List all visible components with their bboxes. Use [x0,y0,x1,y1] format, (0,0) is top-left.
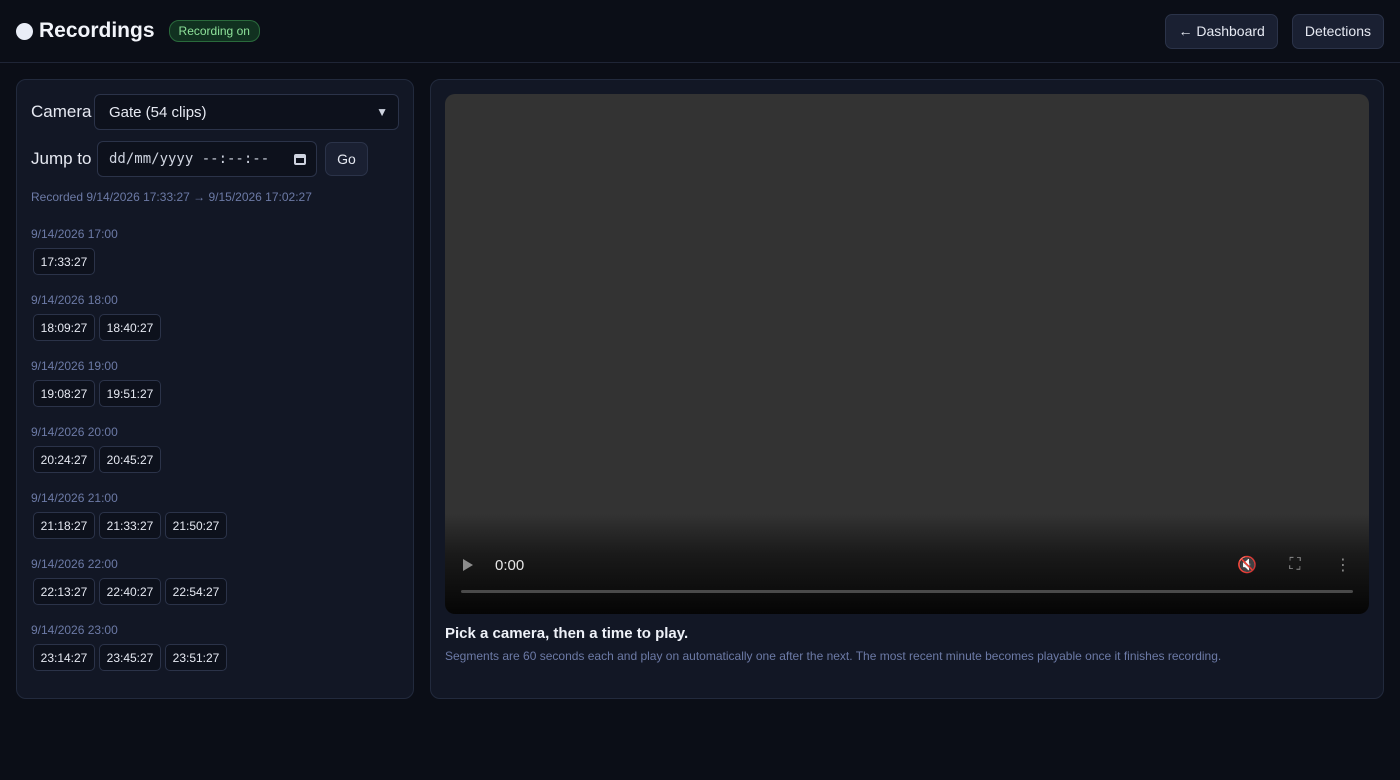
camera-select[interactable]: Gate (54 clips) ▼ [94,94,399,130]
clip-time-button[interactable]: 20:24:27 [33,446,95,473]
clip-time-button[interactable]: 23:51:27 [165,644,227,671]
video-controls: 0:00 🔇 ⛶ ⋮ [461,550,1353,580]
video-progress-bar[interactable] [461,590,1353,593]
more-icon[interactable]: ⋮ [1333,555,1353,575]
datetime-placeholder: dd/mm/yyyy --:--:-- [109,151,270,167]
hour-header: 9/14/2026 23:00 [31,623,118,637]
dashboard-button[interactable]: ← Dashboard [1165,13,1278,49]
datetime-input[interactable]: dd/mm/yyyy --:--:-- [97,141,317,177]
recordings-sidebar: Camera Gate (54 clips) ▼ Jump to dd/mm/y… [16,79,414,699]
camera-row: Camera [31,102,91,122]
clip-list[interactable]: 9/14/2026 17:00 17:33:27 9/14/2026 18:00 18… [31,226,401,684]
player-hint-title: Pick a camera, then a time to play. [445,625,689,642]
clip-time-button[interactable]: 18:09:27 [33,314,95,341]
fullscreen-icon[interactable]: ⛶ [1285,556,1305,574]
clip-time-button[interactable]: 18:40:27 [99,314,161,341]
clip-row: 17:33:27 [33,248,401,275]
clip-time-button[interactable]: 19:08:27 [33,380,95,407]
calendar-icon[interactable] [294,153,306,165]
clip-time-button[interactable]: 21:50:27 [165,512,227,539]
clip-time-button[interactable]: 22:40:27 [99,578,161,605]
clip-time-button[interactable]: 23:45:27 [99,644,161,671]
go-button[interactable]: Go [325,142,368,176]
clip-time-button[interactable]: 17:33:27 [33,248,95,275]
camera-select-value: Gate (54 clips) [109,103,207,121]
clip-row: 21:18:27 21:33:27 21:50:27 [33,512,401,539]
video-right-controls: 🔇 ⛶ ⋮ [1237,555,1353,575]
clip-time-button[interactable]: 23:14:27 [33,644,95,671]
hour-header: 9/14/2026 19:00 [31,359,118,373]
hour-header: 9/14/2026 22:00 [31,557,118,571]
clip-time-button[interactable]: 21:33:27 [99,512,161,539]
status-dot-icon [16,22,33,40]
play-icon[interactable] [463,559,473,571]
nav: ← Dashboard Detections [1165,13,1384,49]
camera-label: Camera [31,102,92,121]
video-time: 0:00 [495,556,525,574]
top-bar: Recordings Recording on ← Dashboard Dete… [0,0,1400,63]
hour-header: 9/14/2026 20:00 [31,425,118,439]
hour-header: 9/14/2026 21:00 [31,491,118,505]
hour-header: 9/14/2026 18:00 [31,293,118,307]
detections-button[interactable]: Detections [1291,13,1384,49]
clip-row: 20:24:27 20:45:27 [33,446,401,473]
player-panel: 0:00 🔇 ⛶ ⋮ Pick a camera, then a time to… [430,79,1384,699]
clip-row: 18:09:27 18:40:27 [33,314,401,341]
mute-icon[interactable]: 🔇 [1237,555,1257,575]
clip-row: 23:14:27 23:45:27 23:51:27 [33,644,401,671]
jump-label: Jump to [31,149,92,168]
page-title: Recordings [39,19,155,42]
clip-time-button[interactable]: 22:54:27 [165,578,227,605]
hour-header: 9/14/2026 17:00 [31,227,118,241]
jump-row: Jump to [31,149,91,169]
clip-time-button[interactable]: 20:45:27 [99,446,161,473]
clip-time-button[interactable]: 19:51:27 [99,380,161,407]
player-hint-subtitle: Segments are 60 seconds each and play on… [445,649,1222,663]
brand: Recordings Recording on [16,19,260,43]
recorded-range: Recorded 9/14/2026 17:33:27 → 9/15/2026 … [31,190,312,204]
status-badge: Recording on [168,20,260,42]
chevron-down-icon: ▼ [376,105,388,119]
video-player[interactable]: 0:00 🔇 ⛶ ⋮ [445,94,1369,614]
clip-row: 22:13:27 22:40:27 22:54:27 [33,578,401,605]
clip-time-button[interactable]: 21:18:27 [33,512,95,539]
clip-row: 19:08:27 19:51:27 [33,380,401,407]
clip-time-button[interactable]: 22:13:27 [33,578,95,605]
